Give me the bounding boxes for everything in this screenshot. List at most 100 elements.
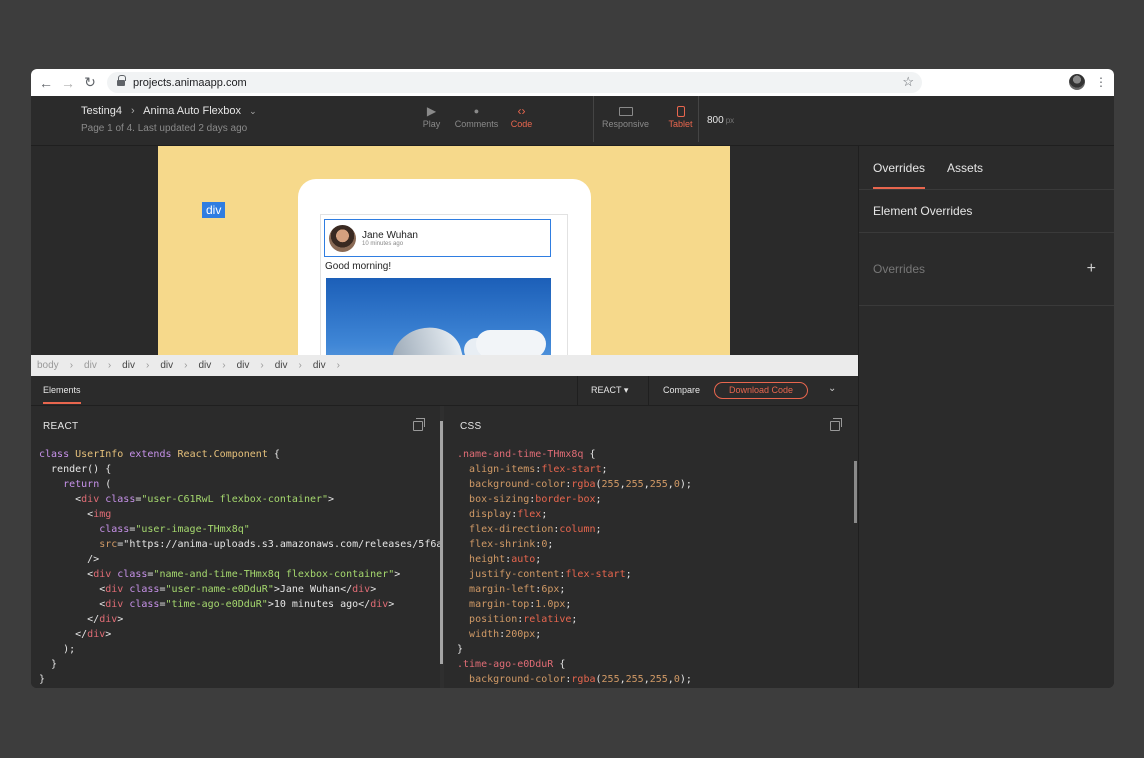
react-code-line[interactable]: </div> [39, 627, 440, 642]
element-breadcrumb: body › div › div › div › div › div › div… [31, 355, 858, 376]
react-code-line[interactable]: } [39, 672, 440, 687]
add-icon[interactable]: + [1087, 260, 1096, 278]
css-code-line[interactable]: .name-and-time-THmx8q { [457, 447, 692, 462]
forward-icon[interactable]: → [57, 69, 79, 96]
design-canvas[interactable]: Jane Wuhan 10 minutes ago Good morning! … [31, 146, 858, 355]
viewport-width-unit: px [725, 116, 735, 125]
comment-icon: ● [473, 106, 480, 116]
project-name[interactable]: Testing4 [81, 105, 122, 117]
css-code-line[interactable]: display:flex; [457, 507, 692, 522]
page-selector[interactable]: Anima Auto Flexbox [143, 105, 241, 117]
react-code-line[interactable]: class="user-image-THmx8q" [39, 522, 440, 537]
css-code-pane[interactable]: CSS .name-and-time-THmx8q { align-items:… [444, 406, 858, 688]
viewport-width[interactable]: 800 px [707, 115, 734, 126]
tab-overrides[interactable]: Overrides [873, 161, 926, 189]
react-code-line[interactable]: src="https://anima-uploads.s3.amazonaws.… [39, 537, 440, 552]
react-code-line[interactable]: <img [39, 507, 440, 522]
react-pane-title: REACT [43, 421, 79, 432]
code-toolbar: Elements REACT ▾ Compare Download Code ⌄ [31, 376, 858, 406]
react-code-line[interactable]: <div class="time-ago-e0DduR">10 minutes … [39, 597, 440, 612]
chevron-right-icon: › [69, 360, 74, 371]
css-code-line[interactable]: justify-content:flex-start; [457, 567, 692, 582]
page-subtitle: Page 1 of 4. Last updated 2 days ago [81, 123, 248, 134]
crumb-div[interactable]: div [237, 360, 250, 371]
css-code-line[interactable]: flex-shrink:0; [457, 537, 692, 552]
device-tablet[interactable]: Tablet [653, 103, 708, 129]
right-panel-tabs: Overrides Assets [859, 146, 1114, 190]
download-code-button[interactable]: Download Code [714, 382, 808, 399]
css-code-line[interactable]: } [457, 642, 692, 657]
css-pane-title: CSS [460, 421, 482, 432]
css-code-line[interactable]: align-items:flex-start; [457, 462, 692, 477]
crumb-div[interactable]: div [122, 360, 135, 371]
user-name[interactable]: Jane Wuhan [362, 230, 418, 241]
crumb-div-current[interactable]: div [313, 360, 326, 371]
css-code-line[interactable]: position:relative; [457, 612, 692, 627]
lock-icon [117, 75, 126, 87]
browser-menu-icon[interactable]: ⋮ [1095, 73, 1107, 91]
react-code-line[interactable]: ); [39, 642, 440, 657]
mode-play[interactable]: ▶ Play [409, 103, 454, 129]
address-bar[interactable]: projects.animaapp.com ☆ [107, 72, 922, 93]
crumb-body[interactable]: body [37, 360, 59, 371]
react-code-line[interactable]: <div class="name-and-time-THmx8q flexbox… [39, 567, 440, 582]
tab-assets[interactable]: Assets [947, 161, 983, 189]
react-code-line[interactable]: /> [39, 552, 440, 567]
tablet-frame: Jane Wuhan 10 minutes ago Good morning! [298, 179, 591, 355]
react-code-line[interactable]: </div> [39, 612, 440, 627]
chevron-right-icon: › [260, 360, 264, 371]
crumb-div[interactable]: div [275, 360, 288, 371]
chevron-down-icon[interactable]: ⌄ [828, 383, 836, 394]
post-image[interactable] [326, 278, 551, 355]
react-code-line[interactable]: <div class="user-name-e0DduR">Jane Wuhan… [39, 582, 440, 597]
profile-avatar[interactable] [1069, 74, 1085, 90]
time-ago[interactable]: 10 minutes ago [362, 241, 418, 247]
css-code-line[interactable]: .time-ago-e0DduR { [457, 657, 692, 672]
crumb-div[interactable]: div [198, 360, 211, 371]
copy-icon[interactable] [413, 418, 425, 431]
css-scrollbar[interactable] [854, 461, 857, 523]
react-code[interactable]: class UserInfo extends React.Component {… [39, 447, 440, 687]
chevron-down-icon[interactable]: ⌄ [249, 106, 257, 116]
css-code-line[interactable]: width:200px; [457, 627, 692, 642]
app-header: Testing4 › Anima Auto Flexbox ⌄ Page 1 o… [31, 96, 1114, 146]
mode-comments[interactable]: ● Comments [454, 103, 499, 129]
overrides-label: Overrides [873, 262, 926, 276]
device-responsive[interactable]: Responsive [598, 103, 653, 129]
user-photo[interactable] [329, 224, 356, 252]
artboard[interactable]: Jane Wuhan 10 minutes ago Good morning! [158, 146, 730, 355]
reload-icon[interactable]: ↻ [79, 69, 101, 96]
post-card[interactable]: Jane Wuhan 10 minutes ago Good morning! [320, 214, 568, 355]
css-code-line[interactable]: background-color:rgba(255,255,255,0); [457, 477, 692, 492]
tab-elements[interactable]: Elements [43, 385, 81, 404]
user-info-selected[interactable]: Jane Wuhan 10 minutes ago [324, 219, 551, 257]
react-code-pane[interactable]: REACT class UserInfo extends React.Compo… [31, 406, 440, 688]
device-switcher: Responsive Tablet [598, 103, 708, 129]
crumb-div[interactable]: div [84, 360, 97, 371]
react-code-line[interactable]: } [39, 657, 440, 672]
react-code-line[interactable]: <div class="user-C61RwL flexbox-containe… [39, 492, 440, 507]
back-icon[interactable]: ← [35, 69, 57, 96]
css-code-line[interactable]: margin-top:1.0px; [457, 597, 692, 612]
css-code-line[interactable]: margin-left:6px; [457, 582, 692, 597]
compare-button[interactable]: Compare [663, 385, 700, 395]
device-responsive-label: Responsive [601, 119, 650, 129]
css-code-line[interactable]: height:auto; [457, 552, 692, 567]
css-code-line[interactable]: box-sizing:border-box; [457, 492, 692, 507]
mode-comments-label: Comments [454, 119, 499, 129]
pane-splitter-handle[interactable] [440, 421, 443, 664]
chevron-right-icon: › [107, 360, 112, 371]
react-code-line[interactable]: class UserInfo extends React.Component { [39, 447, 440, 462]
react-code-line[interactable]: return ( [39, 477, 440, 492]
css-code-line[interactable]: background-color:rgba(255,255,255,0); [457, 672, 692, 687]
react-code-line[interactable]: render() { [39, 462, 440, 477]
css-code[interactable]: .name-and-time-THmx8q { align-items:flex… [457, 447, 692, 687]
framework-dropdown[interactable]: REACT ▾ [591, 385, 628, 396]
mode-play-label: Play [422, 119, 441, 129]
mode-code[interactable]: ‹› Code [499, 103, 544, 129]
post-text[interactable]: Good morning! [325, 261, 391, 272]
crumb-div[interactable]: div [160, 360, 173, 371]
copy-icon[interactable] [830, 418, 842, 431]
bookmark-star-icon[interactable]: ☆ [902, 74, 914, 90]
css-code-line[interactable]: flex-direction:column; [457, 522, 692, 537]
